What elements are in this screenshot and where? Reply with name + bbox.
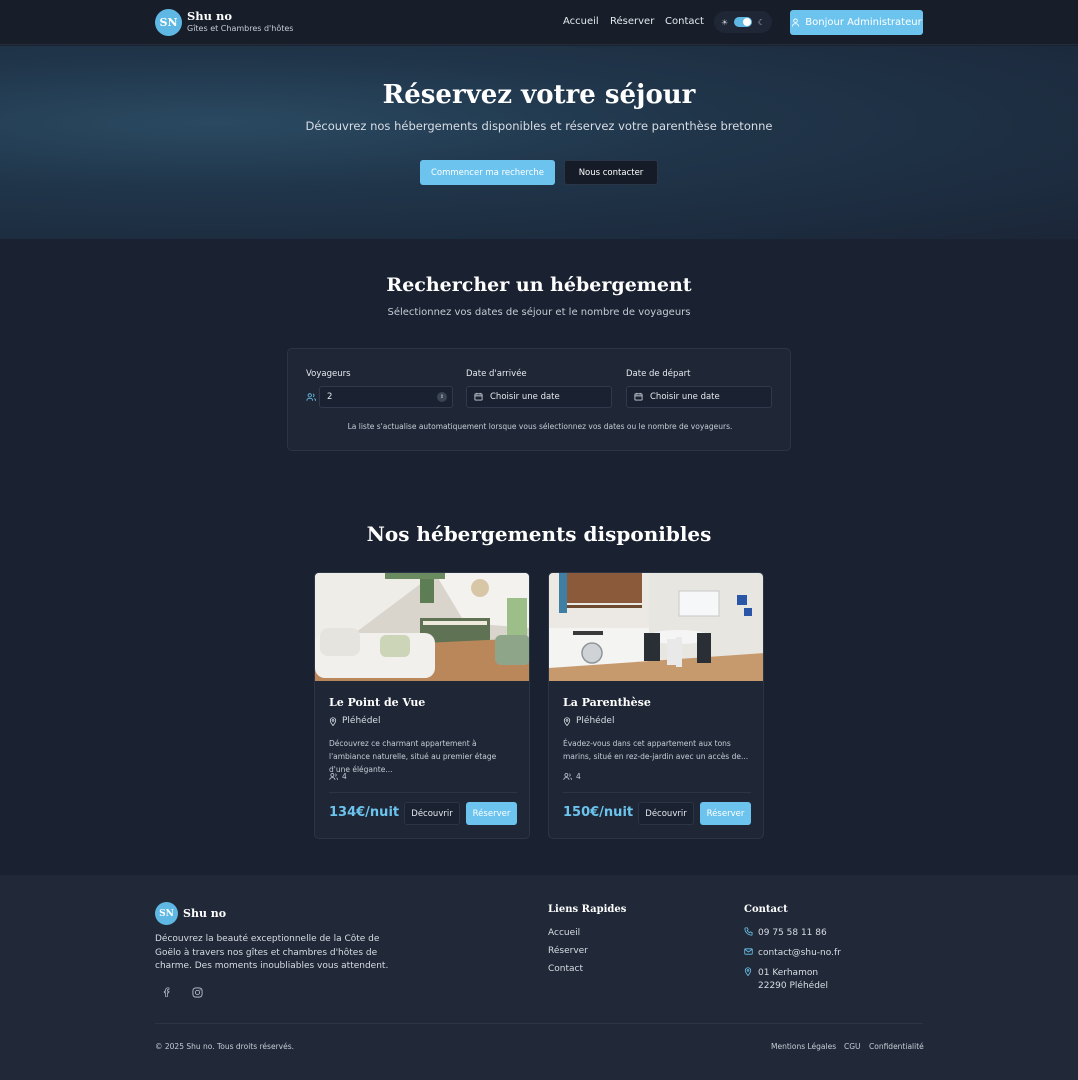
- book-button[interactable]: Réserver: [700, 802, 751, 825]
- legal-mentions-link[interactable]: Mentions Légales: [771, 1042, 836, 1051]
- listing-capacity-value: 4: [342, 772, 347, 781]
- mail-icon: [744, 947, 753, 961]
- facebook-icon[interactable]: [162, 987, 171, 1000]
- nav-contact[interactable]: Contact: [665, 16, 704, 27]
- logo-badge: SN: [155, 9, 182, 36]
- map-pin-icon: [563, 716, 571, 726]
- footer-logo-name: Shu no: [183, 907, 227, 920]
- arrival-date-field[interactable]: Choisir une date: [466, 386, 612, 408]
- theme-toggle[interactable]: ☀ ☾: [714, 11, 772, 33]
- nav-accueil[interactable]: Accueil: [563, 16, 599, 27]
- listing-photo[interactable]: [315, 573, 529, 681]
- listing-title[interactable]: Le Point de Vue: [329, 696, 425, 709]
- footer-description: Découvrez la beauté exceptionnelle de la…: [155, 934, 389, 971]
- listing-card: La Parenthèse Pléhédel Évadez-vous dans …: [548, 572, 764, 839]
- user-icon: [792, 18, 800, 27]
- admin-button[interactable]: Bonjour Administrateur: [790, 10, 923, 35]
- listing-price: 134€/nuit: [329, 805, 400, 820]
- listings-title: Nos hébergements disponibles: [366, 522, 712, 546]
- footer-divider: [155, 1023, 923, 1024]
- contact-phone[interactable]: 09 75 58 11 86: [744, 927, 827, 941]
- search-title: Rechercher un hébergement: [386, 274, 692, 296]
- listing-capacity-value: 4: [576, 772, 581, 781]
- discover-button[interactable]: Découvrir: [404, 802, 460, 825]
- travelers-value: 2: [327, 392, 333, 402]
- hero-title: Réservez votre séjour: [382, 80, 696, 110]
- site-footer: SN Shu no Découvrez la beauté exceptionn…: [0, 875, 1078, 1080]
- site-logo[interactable]: SN Shu no Gîtes et Chambres d'hôtes: [155, 9, 293, 36]
- listing-card: Le Point de Vue Pléhédel Découvrez ce ch…: [314, 572, 530, 839]
- logo-subtitle: Gîtes et Chambres d'hôtes: [187, 24, 294, 33]
- contact-email-text: contact@shu-no.fr: [758, 948, 841, 958]
- privacy-link[interactable]: Confidentialité: [869, 1042, 924, 1051]
- address-line-1: 01 Kerhamon: [758, 968, 819, 978]
- map-pin-icon: [329, 716, 337, 726]
- footer-logo[interactable]: SN Shu no: [155, 902, 226, 925]
- listing-title[interactable]: La Parenthèse: [563, 696, 651, 709]
- search-subtitle: Sélectionnez vos dates de séjour et le n…: [387, 307, 691, 318]
- address-line-2: 22290 Pléhédel: [758, 981, 828, 991]
- contact-email[interactable]: contact@shu-no.fr: [744, 947, 841, 961]
- arrival-placeholder: Choisir une date: [490, 392, 560, 402]
- instagram-icon[interactable]: [192, 987, 203, 1001]
- cgu-link[interactable]: CGU: [844, 1042, 861, 1051]
- card-divider: [563, 792, 751, 793]
- theme-switch[interactable]: [734, 17, 752, 27]
- listing-location-text: Pléhédel: [576, 716, 615, 726]
- contact-heading: Contact: [744, 904, 788, 915]
- departure-date-field[interactable]: Choisir une date: [626, 386, 772, 408]
- book-button[interactable]: Réserver: [466, 802, 517, 825]
- users-icon: [329, 773, 338, 780]
- users-icon: [563, 773, 572, 780]
- admin-button-label: Bonjour Administrateur: [805, 17, 922, 28]
- hero-subtitle: Découvrez nos hébergements disponibles e…: [305, 119, 773, 133]
- sun-icon: ☀: [721, 17, 729, 27]
- hero-section: Réservez votre séjour Découvrez nos hébe…: [0, 46, 1078, 239]
- footer-link-accueil[interactable]: Accueil: [548, 928, 580, 938]
- users-icon: [306, 391, 316, 405]
- listing-location: Pléhédel: [329, 716, 380, 726]
- footer-logo-badge: SN: [155, 902, 178, 925]
- listing-location: Pléhédel: [563, 716, 614, 726]
- listing-capacity: 4: [563, 772, 581, 781]
- phone-icon: [744, 927, 753, 941]
- calendar-icon: [634, 392, 643, 403]
- start-search-button[interactable]: Commencer ma recherche: [420, 160, 555, 185]
- travelers-label: Voyageurs: [306, 369, 351, 379]
- copyright: © 2025 Shu no. Tous droits réservés.: [155, 1042, 294, 1051]
- moon-icon: ☾: [757, 17, 765, 27]
- logo-name: Shu no: [187, 9, 233, 23]
- contact-address: 01 Kerhamon 22290 Pléhédel: [744, 967, 828, 993]
- search-note: La liste s'actualise automatiquement lor…: [347, 422, 733, 431]
- listing-photo[interactable]: [549, 573, 763, 681]
- footer-link-contact[interactable]: Contact: [548, 964, 583, 974]
- listing-description: Découvrez ce charmant appartement à l'am…: [329, 739, 497, 774]
- discover-button[interactable]: Découvrir: [638, 802, 694, 825]
- quick-links-heading: Liens Rapides: [548, 904, 627, 915]
- travelers-input[interactable]: 2 ⇕: [319, 386, 453, 408]
- listing-location-text: Pléhédel: [342, 716, 381, 726]
- nav-reserver[interactable]: Réserver: [610, 16, 654, 27]
- contact-phone-text: 09 75 58 11 86: [758, 928, 827, 938]
- departure-label: Date de départ: [626, 369, 691, 379]
- listing-price: 150€/nuit: [563, 805, 634, 820]
- card-divider: [329, 792, 517, 793]
- quantity-stepper[interactable]: ⇕: [437, 392, 447, 402]
- listing-capacity: 4: [329, 772, 347, 781]
- listing-description: Évadez-vous dans cet appartement aux ton…: [563, 739, 749, 761]
- search-card: Voyageurs 2 ⇕ Date d'arrivée Choisir une…: [287, 348, 791, 451]
- site-header: SN Shu no Gîtes et Chambres d'hôtes Accu…: [0, 0, 1078, 45]
- contact-us-button[interactable]: Nous contacter: [564, 160, 658, 185]
- calendar-icon: [474, 392, 483, 403]
- footer-link-reserver[interactable]: Réserver: [548, 946, 588, 956]
- map-pin-icon: [744, 967, 753, 993]
- departure-placeholder: Choisir une date: [650, 392, 720, 402]
- arrival-label: Date d'arrivée: [466, 369, 527, 379]
